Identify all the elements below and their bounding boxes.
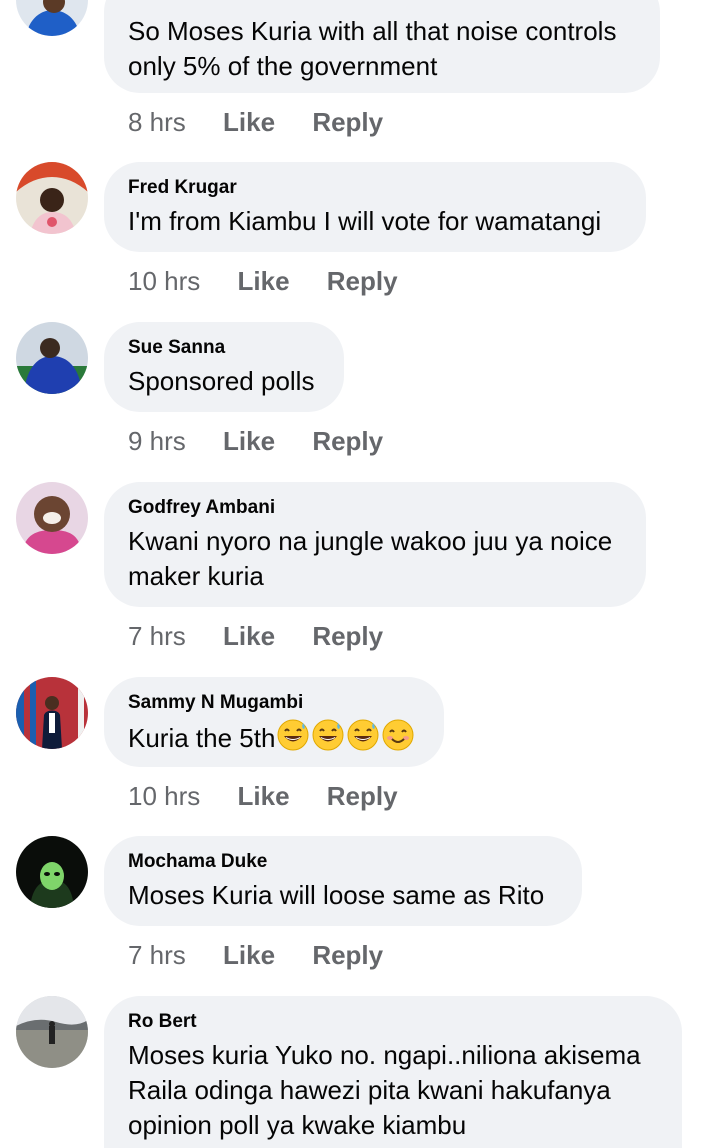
- reply-button[interactable]: Reply: [312, 426, 383, 456]
- comment-text: Sponsored polls: [128, 366, 315, 396]
- like-button[interactable]: Like: [223, 107, 275, 137]
- comment-time[interactable]: 9 hrs: [128, 426, 186, 456]
- comment-text: Kwani nyoro na jungle wakoo juu ya noice…: [128, 526, 613, 591]
- like-button[interactable]: Like: [223, 621, 275, 651]
- emoji-group: [277, 719, 417, 760]
- comment-bubble: Sammy N Mugambi Kuria the 5th: [104, 677, 444, 767]
- comment-text: Moses Kuria will loose same as Rito: [128, 880, 545, 910]
- avatar[interactable]: [16, 996, 88, 1068]
- comment-bubble: Fred Krugar I'm from Kiambu I will vote …: [104, 162, 646, 252]
- comment-author[interactable]: Mochama Duke: [128, 850, 558, 874]
- user-avatar-stage-icon: [16, 677, 88, 749]
- reply-button[interactable]: Reply: [312, 621, 383, 651]
- comment-time[interactable]: 7 hrs: [128, 940, 186, 970]
- comment-bubble: Ro Bert Moses kuria Yuko no. ngapi..nili…: [104, 996, 682, 1148]
- user-avatar-landscape-icon: [16, 996, 88, 1068]
- reply-button[interactable]: Reply: [327, 266, 398, 296]
- comment-time[interactable]: 10 hrs: [128, 781, 200, 811]
- comment-time[interactable]: 8 hrs: [128, 107, 186, 137]
- comment-actions: 10 hrs Like Reply: [128, 781, 398, 811]
- user-avatar-hacker-mask-icon: [16, 836, 88, 908]
- avatar[interactable]: [16, 322, 88, 394]
- comment-bubble: Godfrey Ambani Kwani nyoro na jungle wak…: [104, 482, 646, 607]
- user-avatar-blue-shirt-icon: [16, 0, 88, 36]
- avatar[interactable]: [16, 482, 88, 554]
- avatar[interactable]: [16, 162, 88, 234]
- comment-bubble: Sue Sanna Sponsored polls: [104, 322, 344, 412]
- comment-author[interactable]: Ro Bert: [128, 1010, 658, 1034]
- comments-page: So Moses Kuria with all that noise contr…: [0, 0, 720, 1148]
- comment-actions: 10 hrs Like Reply: [128, 266, 398, 296]
- reply-button[interactable]: Reply: [312, 940, 383, 970]
- comment-time[interactable]: 10 hrs: [128, 266, 200, 296]
- comment-time[interactable]: 7 hrs: [128, 621, 186, 651]
- comment-author[interactable]: Fred Krugar: [128, 176, 622, 200]
- user-avatar-child-icon: [16, 162, 88, 234]
- avatar[interactable]: [16, 677, 88, 749]
- user-avatar-blue-dress-icon: [16, 322, 88, 394]
- comment-text: Moses kuria Yuko no. ngapi..niliona akis…: [128, 1040, 641, 1140]
- user-avatar-laughing-baby-icon: [16, 482, 88, 554]
- smiling-blush-emoji-icon: [382, 719, 414, 751]
- comment-author[interactable]: Sammy N Mugambi: [128, 691, 420, 715]
- reply-button[interactable]: Reply: [327, 781, 398, 811]
- grinning-sweat-emoji-icon: [312, 719, 344, 751]
- comment-bubble: So Moses Kuria with all that noise contr…: [104, 0, 660, 93]
- like-button[interactable]: Like: [223, 940, 275, 970]
- reply-button[interactable]: Reply: [312, 107, 383, 137]
- comment-actions: 7 hrs Like Reply: [128, 621, 383, 651]
- avatar[interactable]: [16, 836, 88, 908]
- comment-bubble: Mochama Duke Moses Kuria will loose same…: [104, 836, 582, 926]
- like-button[interactable]: Like: [238, 781, 290, 811]
- comment-actions: 9 hrs Like Reply: [128, 426, 383, 456]
- comment-text: I'm from Kiambu I will vote for wamatang…: [128, 206, 602, 236]
- comment-author[interactable]: Godfrey Ambani: [128, 496, 622, 520]
- like-button[interactable]: Like: [238, 266, 290, 296]
- grinning-sweat-emoji-icon: [277, 719, 309, 751]
- avatar[interactable]: [16, 0, 88, 36]
- comment-actions: 7 hrs Like Reply: [128, 940, 383, 970]
- grinning-sweat-emoji-icon: [347, 719, 379, 751]
- comment-author[interactable]: Sue Sanna: [128, 336, 320, 360]
- comment-text: So Moses Kuria with all that noise contr…: [128, 16, 617, 81]
- comment-text: Kuria the 5th: [128, 719, 420, 760]
- like-button[interactable]: Like: [223, 426, 275, 456]
- comment-actions: 8 hrs Like Reply: [128, 107, 383, 137]
